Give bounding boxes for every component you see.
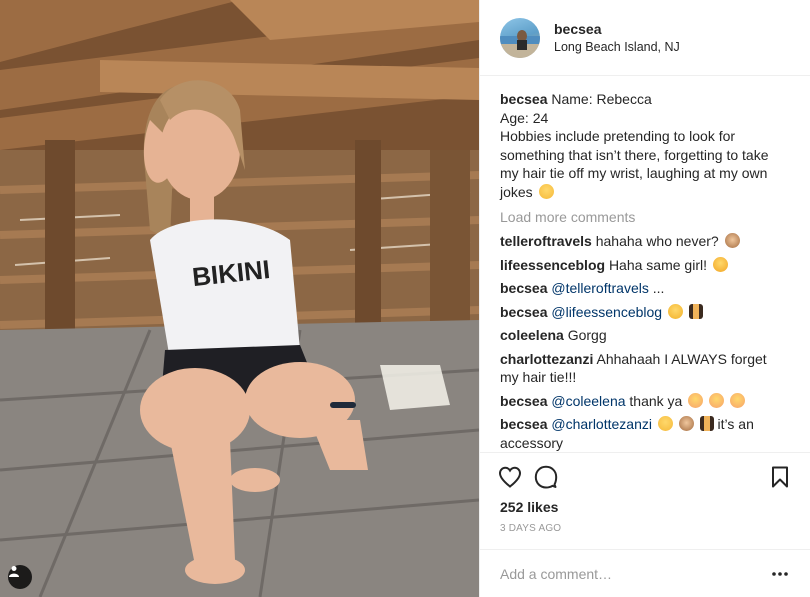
user-tag-icon[interactable] <box>8 565 32 589</box>
comment-text: my hair tie!!! <box>500 369 577 385</box>
comment-username[interactable]: becsea <box>500 416 547 432</box>
dancers-icon <box>699 416 714 431</box>
comment-username[interactable]: becsea <box>500 304 547 320</box>
comment-item: becsea @coleelena thank ya <box>500 392 790 411</box>
comment-username[interactable]: coleelena <box>500 327 564 343</box>
caption-text: Name: Rebecca <box>551 91 652 107</box>
comment-mention[interactable]: @lifeessenceblog <box>551 304 662 320</box>
dancers-icon <box>688 303 703 319</box>
comment-mention[interactable]: @coleelena <box>551 393 625 409</box>
header-location[interactable]: Long Beach Island, NJ <box>554 40 680 54</box>
add-comment-bar <box>480 549 810 597</box>
comment-username[interactable]: becsea <box>500 280 547 296</box>
avatar[interactable] <box>500 17 540 58</box>
grinning-sweat-icon <box>657 416 673 431</box>
comment-text: ... <box>652 280 665 296</box>
comment-mention[interactable]: @telleroftravels <box>551 280 648 296</box>
comment-text: it’s an <box>717 416 754 432</box>
caption-line: something that isn’t there, forgetting t… <box>500 146 769 163</box>
post-side-panel: becsea Long Beach Island, NJ becsea Name… <box>479 0 810 597</box>
winking-face-icon <box>668 303 683 319</box>
comment-item: charlottezanzi Ahhahaah I ALWAYS forget … <box>500 350 790 387</box>
caption: becsea Name: Rebecca Age: 24 Hobbies inc… <box>500 90 790 201</box>
comment-item: telleroftravels hahaha who never? <box>500 232 790 251</box>
comment-text: hahaha who never? <box>595 233 719 249</box>
caption-line: jokes <box>500 183 790 202</box>
comment-item: lifeessenceblog Haha same girl! <box>500 256 790 275</box>
bookmark-icon[interactable] <box>766 463 794 491</box>
comment-text: accessory <box>500 434 564 451</box>
more-options-icon[interactable] <box>770 567 790 581</box>
comment-item: becsea @lifeessenceblog <box>500 303 790 322</box>
instagram-post: BIKINI becsea Long Beach Island, NJ becs… <box>0 0 810 597</box>
likes-count[interactable]: 252 likes <box>496 499 794 515</box>
see-no-evil-monkey-icon <box>724 233 740 248</box>
caption-text: jokes <box>500 183 533 200</box>
caption-line: becsea Name: Rebecca <box>500 90 790 109</box>
photo-illustration: BIKINI <box>0 0 479 597</box>
comment-username[interactable]: becsea <box>500 393 547 409</box>
comment-username[interactable]: charlottezanzi <box>500 351 593 367</box>
comment-item: becsea @telleroftravels ... <box>500 279 790 298</box>
comment-mention[interactable]: @charlottezanzi <box>551 416 652 432</box>
grinning-sweat-emoji-icon <box>538 183 554 199</box>
header-text: becsea Long Beach Island, NJ <box>554 21 680 54</box>
action-icons-row <box>496 461 794 493</box>
header-username[interactable]: becsea <box>554 21 680 37</box>
tears-of-joy-icon <box>712 256 728 272</box>
see-no-evil-monkey-icon <box>678 416 694 431</box>
load-more-comments-link[interactable]: Load more comments <box>500 209 790 225</box>
add-comment-input[interactable] <box>500 565 770 582</box>
comment-text: thank ya <box>629 392 683 409</box>
comment-item: becsea @charlottezanzi it’s an accessory <box>500 415 790 452</box>
smiling-face-icon <box>730 392 746 408</box>
post-photo[interactable]: BIKINI <box>0 0 479 597</box>
caption-line: Age: 24 <box>500 109 549 126</box>
caption-line: Hobbies include pretending to look for <box>500 128 736 144</box>
smiling-face-icon <box>709 392 725 408</box>
comments-section: becsea Name: Rebecca Age: 24 Hobbies inc… <box>480 76 810 452</box>
comment-text: Ahhahaah I ALWAYS forget <box>596 350 767 367</box>
caption-line: my hair tie off my wrist, laughing at my… <box>500 165 768 181</box>
caption-username[interactable]: becsea <box>500 91 547 107</box>
comment-username[interactable]: lifeessenceblog <box>500 257 605 273</box>
comment-username[interactable]: telleroftravels <box>500 233 592 249</box>
comment-text: Gorgg <box>567 327 607 343</box>
post-header: becsea Long Beach Island, NJ <box>480 0 810 76</box>
post-timestamp[interactable]: 3 DAYS AGO <box>496 523 794 534</box>
post-actions: 252 likes 3 DAYS AGO <box>480 452 810 549</box>
comment-text: Haha same girl! <box>608 256 707 273</box>
smiling-face-icon <box>688 392 704 408</box>
heart-icon[interactable] <box>496 463 524 491</box>
comment-icon[interactable] <box>532 463 560 491</box>
comment-item: coleelena Gorgg <box>500 326 790 345</box>
